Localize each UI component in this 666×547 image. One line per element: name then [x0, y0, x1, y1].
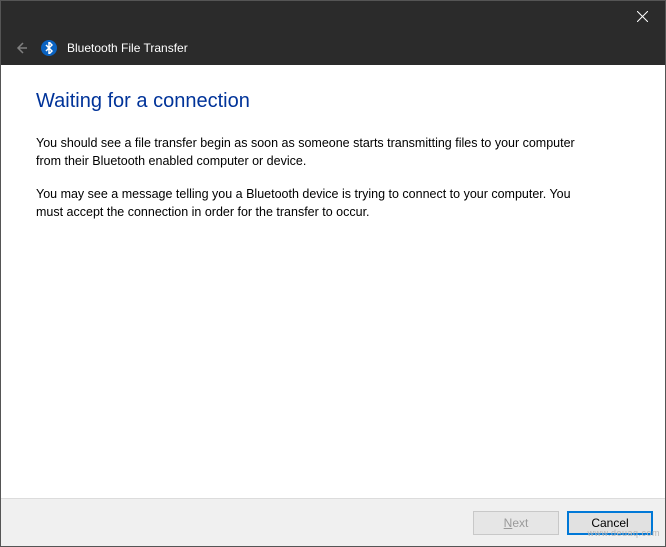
back-button — [11, 38, 31, 58]
instruction-text-2: You may see a message telling you a Blue… — [36, 186, 596, 221]
bluetooth-icon — [41, 40, 57, 56]
titlebar — [1, 1, 665, 31]
bluetooth-file-transfer-window: Bluetooth File Transfer Waiting for a co… — [0, 0, 666, 547]
header-bar: Bluetooth File Transfer — [1, 31, 665, 65]
window-title: Bluetooth File Transfer — [67, 41, 188, 55]
next-button: Next — [473, 511, 559, 535]
close-button[interactable] — [627, 1, 657, 31]
close-icon — [637, 11, 648, 22]
watermark-text: www.deuaq.com — [587, 528, 660, 538]
page-heading: Waiting for a connection — [36, 90, 630, 113]
footer-bar: Next Cancel — [1, 498, 665, 546]
instruction-text-1: You should see a file transfer begin as … — [36, 135, 596, 170]
back-arrow-icon — [13, 40, 29, 56]
content-area: Waiting for a connection You should see … — [1, 65, 665, 498]
